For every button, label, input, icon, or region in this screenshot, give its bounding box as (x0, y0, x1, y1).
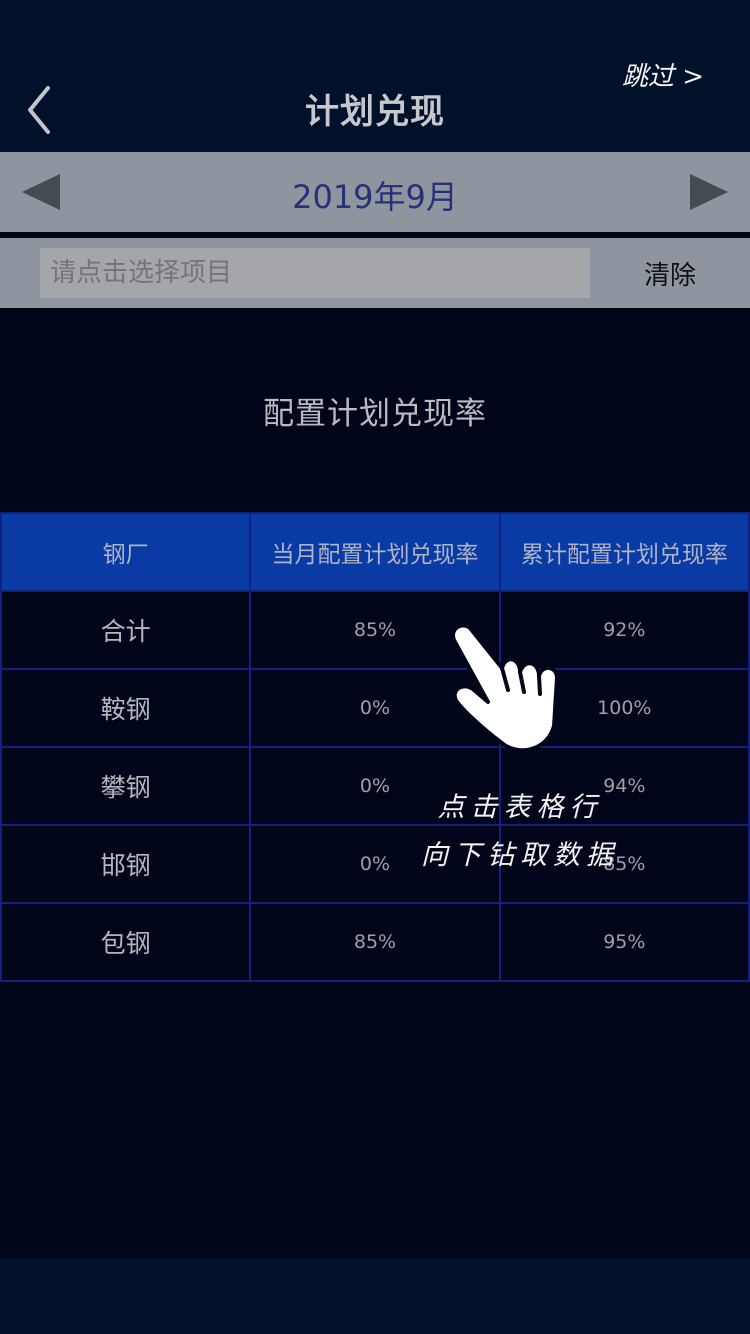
table-row[interactable]: 包钢 85% 95% (0, 902, 750, 982)
mill-name: 合计 (0, 590, 252, 670)
hint-line-2: 向下钻取数据 (421, 840, 619, 871)
clear-button[interactable]: 清除 (620, 255, 720, 292)
table-row[interactable]: 鞍钢 0% 100% (0, 668, 750, 748)
triangle-right-icon (690, 174, 728, 210)
drilldown-hint: 点击表格行 向下钻取数据 (400, 784, 640, 880)
selected-month[interactable]: 2019年9月 (0, 172, 750, 218)
column-header-cumulative-rate: 累计配置计划兑现率 (498, 512, 750, 592)
project-select-input[interactable] (40, 248, 590, 298)
column-header-steel-mill: 钢厂 (0, 512, 252, 592)
mill-name: 邯钢 (0, 824, 252, 904)
top-nav-bar: 计划兑现 跳过 > (0, 0, 750, 152)
data-table: 钢厂 当月配置计划兑现率 累计配置计划兑现率 合计 85% 92% 鞍钢 0% … (0, 512, 750, 982)
next-month-button[interactable] (690, 172, 730, 212)
hint-line-1: 点击表格行 (437, 792, 603, 823)
cumulative-rate: 95% (498, 902, 750, 982)
bottom-bar (0, 1258, 750, 1334)
monthly-rate: 85% (249, 902, 501, 982)
skip-button[interactable]: 跳过 > (622, 56, 732, 96)
table-row[interactable]: 合计 85% 92% (0, 590, 750, 670)
mill-name: 鞍钢 (0, 668, 252, 748)
pointing-hand-icon (440, 618, 570, 758)
project-filter-bar: 清除 (0, 238, 750, 308)
table-header-row: 钢厂 当月配置计划兑现率 累计配置计划兑现率 (0, 512, 750, 592)
mill-name: 包钢 (0, 902, 252, 982)
section-title: 配置计划兑现率 (263, 396, 487, 432)
date-selector-bar: 2019年9月 (0, 152, 750, 232)
column-header-monthly-rate: 当月配置计划兑现率 (249, 512, 501, 592)
mill-name: 攀钢 (0, 746, 252, 826)
